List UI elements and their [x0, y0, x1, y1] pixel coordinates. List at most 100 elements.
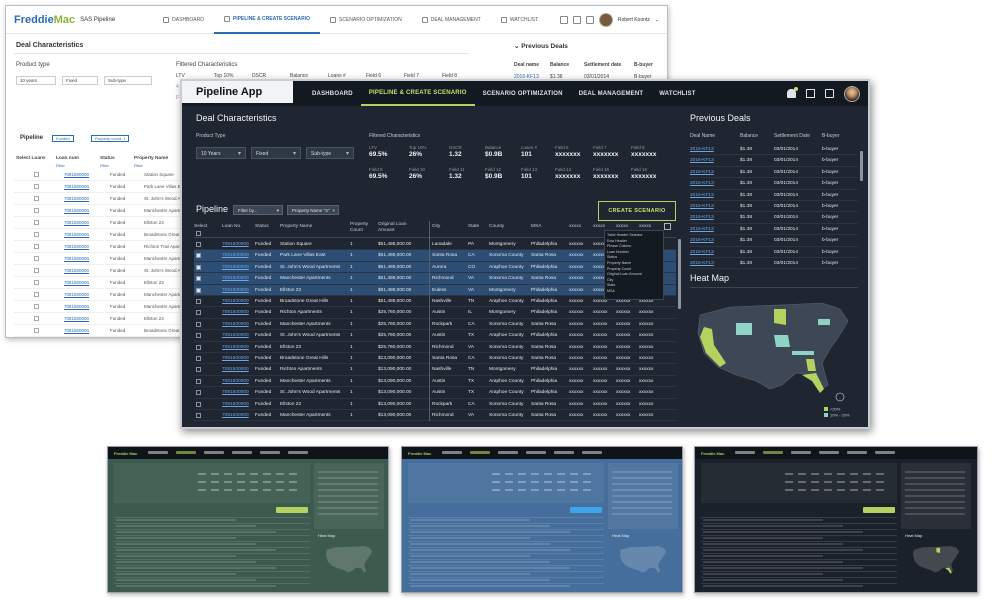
property-name-filter-chip[interactable]: Property Name "S" × — [287, 205, 339, 215]
deal-name-link[interactable]: 2016-KF13 — [690, 215, 714, 220]
table-header-cell[interactable]: Select — [194, 224, 207, 230]
previous-deal-row[interactable]: 2016-KF13 $1.38 03/01/2014 b-buyer — [690, 201, 858, 213]
avatar[interactable] — [598, 12, 613, 27]
row-checkbox[interactable] — [196, 344, 201, 350]
pipeline-table-row[interactable]: 7081500000 Funded Ellston 23 1 $13,090,000.0… — [194, 399, 676, 410]
thumb-nav-item[interactable] — [470, 451, 490, 454]
thumbnail-dark-variant[interactable]: Freddie Mac Heat Map — [694, 446, 978, 593]
loan-number-link[interactable]: 7081500000 — [222, 413, 249, 418]
row-checkbox[interactable] — [196, 253, 201, 259]
row-checkbox[interactable] — [196, 356, 201, 361]
calendar-icon[interactable] — [806, 89, 815, 98]
loan-number-link[interactable]: 7081500000 — [64, 268, 110, 273]
pipeline-table-row[interactable]: 7081500000 Funded Manchester Apartments 1 $1… — [194, 376, 676, 388]
row-checkbox[interactable] — [34, 208, 39, 213]
previous-deal-row[interactable]: 2016-KF13 $1.38 03/01/2014 b-buyer — [690, 235, 858, 247]
light-nav-item-3[interactable]: DEAL MANAGEMENT — [412, 6, 491, 34]
loan-number-link[interactable]: 7081500000 — [222, 299, 249, 304]
loan-number-link[interactable]: 7081500000 — [64, 172, 110, 177]
loan-number-link[interactable]: 7081500000 — [64, 256, 110, 261]
row-checkbox[interactable] — [196, 401, 201, 407]
row-checkbox[interactable] — [34, 304, 39, 309]
deal-name-link[interactable]: 2016-KF13 — [690, 227, 714, 232]
thumb-nav-item[interactable] — [819, 451, 839, 454]
deal-name-link[interactable]: 2016-KF13 — [690, 204, 714, 209]
loan-number-link[interactable]: 7081500000 — [64, 220, 110, 225]
light-filter-chip-funded[interactable]: Funded — [52, 135, 74, 142]
calendar-icon[interactable] — [572, 15, 581, 24]
previous-deal-row[interactable]: 2016-KF13 $1.38 03/01/2014 b-buyer — [690, 247, 858, 258]
pipeline-table-row[interactable]: 7081500000 Funded Broadstone Great Hills 1 $… — [194, 353, 676, 365]
table-header-cell[interactable]: Property Count — [350, 222, 376, 233]
table-header-cell[interactable]: State — [468, 224, 479, 230]
loan-number-link[interactable]: 7081500000 — [64, 232, 110, 237]
previous-deal-row[interactable]: 2016-KF13 $1.38 03/01/2014 b-buyer — [690, 144, 858, 156]
pipeline-table-row[interactable]: 7081500000 Funded Manchester Apartments 1 $2… — [194, 319, 676, 331]
loan-number-link[interactable]: 7081500000 — [222, 379, 249, 384]
row-checkbox[interactable] — [34, 232, 39, 237]
avatar[interactable] — [844, 85, 860, 102]
loan-number-link[interactable]: 7081500000 — [222, 242, 249, 247]
thumb-nav-item[interactable] — [582, 451, 602, 454]
row-checkbox[interactable] — [34, 316, 39, 321]
loan-number-link[interactable]: 7081500000 — [222, 345, 249, 350]
light-column-filter[interactable]: Filter — [100, 163, 109, 168]
thumb-nav-item[interactable] — [148, 451, 168, 454]
loan-number-link[interactable]: 7081500000 — [222, 367, 249, 372]
table-header-cell[interactable]: Original Loan Amount — [378, 222, 416, 233]
row-checkbox[interactable] — [196, 276, 201, 282]
row-checkbox[interactable] — [34, 184, 39, 189]
previous-deal-row[interactable]: 2016-KF13 $1.38 03/01/2014 b-buyer — [690, 258, 858, 270]
light-term-select[interactable]: 10 years — [16, 76, 56, 85]
row-checkbox[interactable] — [196, 264, 201, 270]
thumb-nav-item[interactable] — [204, 451, 224, 454]
row-checkbox[interactable] — [34, 256, 39, 261]
row-checkbox[interactable] — [34, 220, 39, 225]
nav-item-1[interactable]: PIPELINE & CREATE SCENARIO — [360, 81, 475, 106]
row-checkbox[interactable] — [34, 244, 39, 249]
thumb-nav-item[interactable] — [875, 451, 895, 454]
table-header-cell[interactable]: xxxxx — [616, 224, 628, 230]
row-checkbox[interactable] — [196, 321, 201, 327]
row-checkbox[interactable] — [34, 328, 39, 333]
close-icon[interactable]: × — [332, 208, 335, 213]
table-header-cell[interactable]: MSA — [531, 224, 541, 230]
bell-icon[interactable] — [559, 15, 568, 24]
row-checkbox[interactable] — [34, 172, 39, 177]
thumb-nav-item[interactable] — [498, 451, 518, 454]
loan-number-link[interactable]: 7081500000 — [64, 292, 110, 297]
nav-item-2[interactable]: SCENARIO OPTIMIZATION — [475, 81, 571, 106]
previous-deal-row[interactable]: 2016-KF13 $1.38 03/01/2014 b-buyer — [690, 190, 858, 201]
pipeline-table-row[interactable]: 7081500000 Funded St. John's Wood Apartmen… — [194, 387, 676, 399]
table-header-cell[interactable]: Loan No. — [222, 224, 241, 230]
previous-deals-scrollbar[interactable] — [860, 151, 863, 181]
row-checkbox[interactable] — [196, 413, 201, 418]
loan-number-link[interactable]: 7081500000 — [222, 402, 249, 407]
thumb-nav-item[interactable] — [260, 451, 280, 454]
nav-item-0[interactable]: DASHBOARD — [304, 81, 361, 106]
thumb-nav-item[interactable] — [526, 451, 546, 454]
thumb-nav-item[interactable] — [442, 451, 462, 454]
loan-number-link[interactable]: 7081500000 — [222, 322, 249, 327]
loan-number-link[interactable]: 7081500000 — [222, 276, 249, 281]
chevron-down-icon[interactable]: ⌄ — [655, 17, 659, 23]
loan-number-link[interactable]: 7081500000 — [222, 253, 249, 258]
light-subtype-select[interactable]: Sub-type — [104, 76, 152, 85]
loan-number-link[interactable]: 7081500000 — [64, 244, 110, 249]
thumb-nav-item[interactable] — [554, 451, 574, 454]
pipeline-table-row[interactable]: 7081500000 Funded St. John's Wood Apartmen… — [194, 330, 676, 342]
thumbnail-blue-variant[interactable]: Freddie Mac Heat Map — [401, 446, 683, 593]
previous-deal-row[interactable]: 2016-KF13 $1.38 03/01/2014 b-buyer — [690, 178, 858, 190]
loan-number-link[interactable]: 7081500000 — [64, 280, 110, 285]
row-checkbox[interactable] — [196, 378, 201, 384]
deal-name-link[interactable]: 2016-KF13 — [690, 261, 714, 266]
rate-type-dropdown[interactable]: Fixed — [251, 147, 301, 159]
loan-number-link[interactable]: 7081500000 — [222, 390, 249, 395]
light-nav-item-2[interactable]: SCENARIO OPTIMIZATION — [320, 6, 412, 34]
deal-name-link[interactable]: 2016-KF13 — [690, 193, 714, 198]
row-checkbox[interactable] — [196, 390, 201, 396]
document-icon[interactable] — [585, 15, 594, 24]
thumbnail-green-variant[interactable]: Freddie Mac Heat Map — [107, 446, 389, 593]
subtype-dropdown[interactable]: Sub-type — [306, 147, 354, 159]
row-checkbox[interactable] — [196, 299, 201, 304]
